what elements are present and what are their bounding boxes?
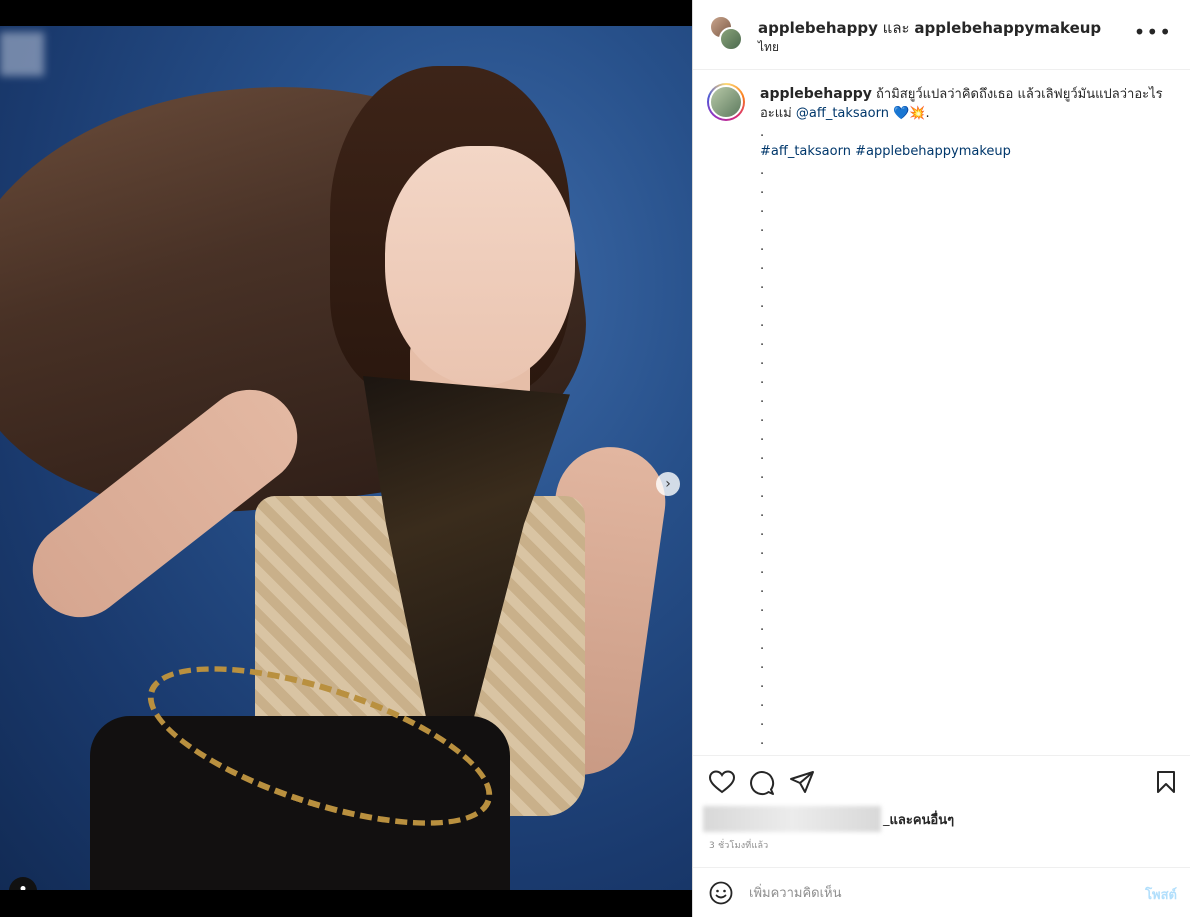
caption-dot: . (760, 315, 765, 330)
more-options-button[interactable]: ••• (1134, 22, 1172, 42)
caption-dot: . (760, 239, 765, 254)
caption-dot: . (760, 581, 765, 596)
caption-dot: . (760, 600, 765, 615)
caption-dot: . (760, 448, 765, 463)
post-image[interactable]: › (0, 26, 692, 890)
caption-dot: . (760, 714, 765, 729)
smiley-icon (709, 881, 733, 905)
save-button[interactable] (1155, 770, 1177, 794)
post-header: applebehappy และ applebehappymakeup ไทย … (693, 0, 1190, 70)
author-connector: และ (882, 19, 910, 37)
avatar (719, 27, 743, 51)
post-side-panel: applebehappy และ applebehappymakeup ไทย … (692, 0, 1190, 917)
caption-dot: . (760, 125, 765, 140)
caption-dot: . (760, 182, 765, 197)
heart-icon[interactable] (709, 770, 735, 794)
caption-dot: . (760, 562, 765, 577)
caption-avatar[interactable] (707, 83, 745, 121)
chevron-right-icon: › (665, 476, 671, 492)
caption-dot: . (760, 486, 765, 501)
caption-dot: . (760, 296, 765, 311)
caption-dot: . (760, 657, 765, 672)
caption-dot: . (760, 676, 765, 691)
caption-dot: . (760, 467, 765, 482)
caption-dot: . (760, 505, 765, 520)
user-icon (20, 886, 26, 890)
bookmark-icon (1157, 771, 1175, 793)
emoji-button[interactable] (709, 881, 733, 909)
caption-area[interactable]: applebehappy ถ้ามิสยูว์แปลว่าคิดถึงเธอ แ… (693, 71, 1190, 755)
caption-dot: . (760, 201, 765, 216)
caption-username[interactable]: applebehappy (760, 86, 872, 102)
caption-dot: . (760, 695, 765, 710)
more-horizontal-icon: ••• (1133, 20, 1172, 44)
author-link[interactable]: applebehappymakeup (914, 19, 1101, 37)
tagged-users-button[interactable] (9, 877, 37, 890)
caption-dot: . (760, 638, 765, 653)
caption-dot: . (760, 619, 765, 634)
caption-dot: . (760, 543, 765, 558)
post-timestamp[interactable]: 3 ชั่วโมงที่แล้ว (709, 838, 768, 852)
caption: applebehappy ถ้ามิสยูว์แปลว่าคิดถึงเธอ แ… (760, 85, 1170, 755)
caption-dot: . (760, 733, 765, 748)
hashtags[interactable]: #aff_taksaorn #applebehappymakeup (760, 142, 1170, 161)
caption-dot: . (760, 410, 765, 425)
caption-dot: . (760, 258, 765, 273)
comment-input[interactable] (749, 880, 1109, 906)
author-link[interactable]: applebehappy (758, 19, 878, 37)
likes-summary[interactable]: _ และคนอื่นๆ (703, 806, 954, 832)
post-actions: _ และคนอื่นๆ 3 ชั่วโมงที่แล้ว (693, 755, 1190, 867)
comment-icon[interactable] (749, 770, 775, 796)
caption-dot: . (760, 220, 765, 235)
next-image-button[interactable]: › (656, 472, 680, 496)
image-face (385, 146, 575, 386)
post-modal: › applebehappy และ applebehappymakeup ไท… (0, 0, 1190, 917)
caption-dot-lines: ................................ (760, 161, 1170, 755)
collab-avatars[interactable] (709, 15, 743, 53)
caption-dot: . (760, 524, 765, 539)
post-comment-button[interactable]: โพสต์ (1145, 884, 1177, 905)
mention-link[interactable]: @aff_taksaorn (796, 106, 889, 121)
likes-others[interactable]: และคนอื่นๆ (890, 809, 955, 830)
caption-dot: . (760, 163, 765, 178)
caption-dot: . (760, 391, 765, 406)
post-authors: applebehappy และ applebehappymakeup (758, 16, 1101, 40)
comment-bar: โพสต์ (693, 867, 1190, 917)
caption-dot: . (760, 372, 765, 387)
location-link[interactable]: ไทย (758, 38, 779, 57)
caption-dot: . (760, 353, 765, 368)
caption-dot: . (760, 277, 765, 292)
share-icon[interactable] (789, 770, 815, 794)
caption-emojis: 💙💥. (893, 106, 930, 121)
caption-dot: . (760, 334, 765, 349)
caption-dot: . (760, 429, 765, 444)
liker-name-blurred (703, 806, 881, 832)
